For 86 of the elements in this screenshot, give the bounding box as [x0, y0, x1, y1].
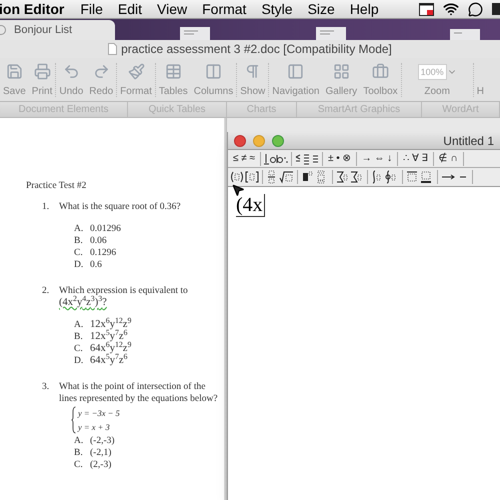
toolbar-button[interactable]: Print: [28, 63, 56, 99]
question-text: What is the square root of 0.36?: [59, 201, 181, 213]
undo-icon: [62, 63, 80, 80]
menu-item[interactable]: Edit: [118, 0, 142, 20]
chat-icon[interactable]: [468, 2, 483, 16]
navigation-icon: [287, 63, 304, 80]
equation-title: Untitled 1: [443, 132, 494, 150]
choice-text: (2,-3): [90, 459, 112, 471]
choice-letter: D.: [74, 355, 84, 367]
toolbar-button[interactable]: Columns: [190, 63, 236, 99]
symbol-group[interactable]: ± • ⊗: [323, 151, 356, 166]
choice-text: 0.1296: [90, 247, 116, 259]
save-icon: [6, 63, 23, 80]
choice-letter: B.: [74, 447, 84, 459]
choice-text: 0.06: [90, 235, 107, 247]
redo-icon: [92, 63, 110, 80]
toolbar-button[interactable]: Show: [237, 63, 268, 99]
toolbox-icon: [372, 63, 389, 80]
symbol-group[interactable]: → ⇔ ↓: [356, 151, 398, 166]
symbol-group[interactable]: ∉ ∩: [434, 151, 463, 166]
document-icon: [108, 43, 118, 55]
question-text: Which expression is equivalent to: [59, 285, 188, 296]
maximize-button[interactable]: [272, 134, 284, 146]
question-number: 2.: [41, 285, 50, 298]
choice-text: (-2,-3): [90, 435, 115, 447]
question-text: What is the point of intersection of the lines represented by the equations below?: [59, 381, 219, 405]
document-heading: Practice Test #2: [26, 180, 86, 192]
choice-letter: B.: [74, 235, 84, 247]
menu-item[interactable]: Format: [202, 0, 246, 20]
brace-icon: [71, 406, 76, 434]
choice-letter: C.: [74, 343, 84, 355]
symbol-group[interactable]: ≤ ≠ ≈: [228, 151, 260, 166]
mouse-cursor-icon: [231, 183, 245, 197]
bonjour-tab[interactable]: Bonjour List: [0, 20, 115, 40]
toolbar-button[interactable]: Save: [0, 63, 29, 99]
tables-icon: [164, 63, 182, 80]
equation-line: y = x + 3: [78, 421, 110, 434]
close-button[interactable]: [234, 134, 246, 146]
window-title: practice assessment 3 #2.doc [Compatibility Mode]: [121, 41, 392, 58]
symbol-icon[interactable]: [263, 152, 290, 164]
toolbar-button[interactable]: Toolbox: [360, 63, 401, 99]
equation-line: y = −3x − 5: [78, 407, 120, 420]
menu-item[interactable]: File: [80, 0, 103, 20]
toolbar-button[interactable]: 100% Zoom: [402, 64, 473, 99]
symbol-icon[interactable]: [294, 152, 320, 164]
choice-text: 12x$^{6}$y$^{12}$z$^{9}$: [90, 319, 132, 330]
choice-letter: A.: [74, 435, 84, 447]
choice-text: 12x$^{5}$y$^{7}$z$^{6}$: [90, 331, 128, 342]
toolbar-button[interactable]: Gallery: [322, 63, 360, 99]
question-number: 1.: [41, 201, 50, 214]
format-icon: [128, 63, 144, 80]
toolbar-button[interactable]: H: [474, 64, 487, 99]
toolbar-button[interactable]: Redo: [86, 63, 116, 99]
print-icon: [34, 63, 51, 80]
choice-letter: A.: [74, 223, 84, 235]
menu-item[interactable]: Help: [350, 0, 379, 20]
template-icon[interactable]: [230, 170, 260, 184]
expression: (4x$^{2}$y$^{4}$z$^{3}$)$^{3}$?: [59, 297, 107, 309]
toolbar-button[interactable]: Format: [117, 63, 155, 99]
question-number: 3.: [41, 381, 50, 394]
equation-text[interactable]: (4x: [236, 194, 265, 217]
template-icon[interactable]: [265, 170, 295, 184]
app-name[interactable]: ion Editor: [0, 0, 64, 20]
columns-icon: [204, 63, 222, 80]
choice-text: 0.01296: [90, 223, 121, 235]
toolbar-button[interactable]: Undo: [56, 63, 86, 99]
choice-text: 0.6: [90, 259, 102, 271]
menu-item[interactable]: Size: [308, 0, 335, 20]
screen-record-icon[interactable]: [419, 2, 434, 16]
choice-letter: A.: [74, 319, 84, 331]
choice-text: (-2,1): [90, 447, 112, 459]
choice-letter: B.: [74, 331, 84, 343]
menu-item[interactable]: Style: [261, 0, 293, 20]
gallery-icon: [332, 63, 350, 80]
choice-letter: C.: [74, 247, 84, 259]
menu-item[interactable]: View: [157, 0, 188, 20]
toolbar-button[interactable]: Tables: [156, 63, 191, 99]
tab-label: Bonjour List: [14, 22, 72, 38]
zoom-field[interactable]: 100%: [418, 64, 447, 80]
choice-text: 64x$^{6}$y$^{12}$z$^{9}$: [90, 343, 132, 354]
toolbar-button[interactable]: Navigation: [269, 63, 322, 99]
wifi-icon[interactable]: [443, 1, 459, 17]
choice-letter: C.: [74, 459, 84, 471]
symbol-group[interactable]: ∴ ∀ ∃: [398, 151, 433, 166]
choice-letter: D.: [74, 259, 84, 271]
choice-text: 64x$^{5}$y$^{7}$z$^{6}$: [90, 355, 128, 367]
